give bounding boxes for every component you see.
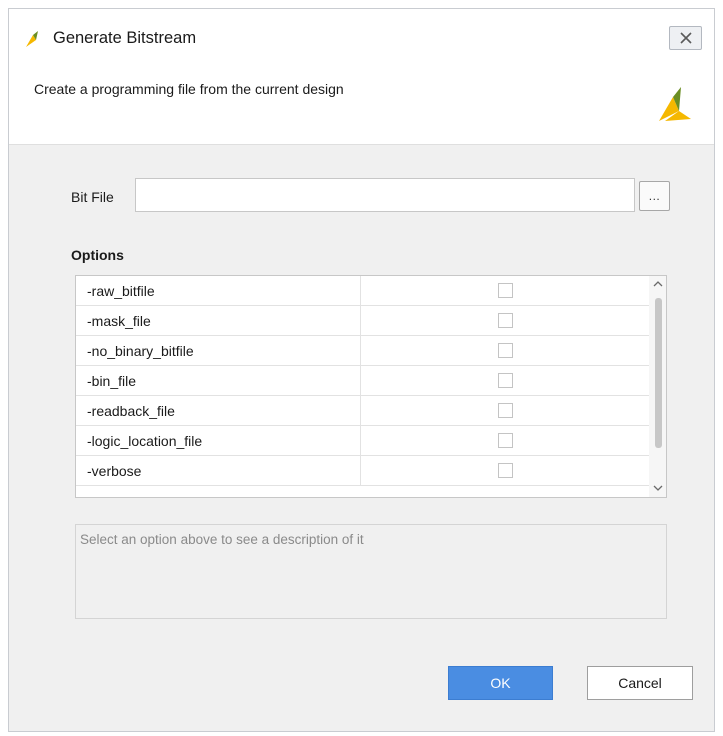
column-divider <box>360 306 361 336</box>
dialog-subtitle: Create a programming file from the curre… <box>34 81 344 97</box>
option-checkbox[interactable] <box>498 463 513 478</box>
vivado-logo-icon <box>659 87 691 121</box>
option-description-box: Select an option above to see a descript… <box>75 524 667 619</box>
option-checkbox[interactable] <box>498 403 513 418</box>
option-name: -readback_file <box>87 403 175 419</box>
option-name: -bin_file <box>87 373 137 389</box>
description-placeholder: Select an option above to see a descript… <box>80 532 364 547</box>
option-checkbox[interactable] <box>498 343 513 358</box>
title-bar: Generate Bitstream <box>9 9 714 65</box>
option-row-logic-location-file[interactable]: -logic_location_file <box>76 426 649 456</box>
column-divider <box>360 336 361 366</box>
option-name: -logic_location_file <box>87 433 203 449</box>
option-checkbox[interactable] <box>498 283 513 298</box>
option-row-mask-file[interactable]: -mask_file <box>76 306 649 336</box>
dialog-title: Generate Bitstream <box>53 29 197 47</box>
options-heading: Options <box>71 247 124 263</box>
close-icon <box>679 32 692 44</box>
option-row-verbose[interactable]: -verbose <box>76 456 649 486</box>
vivado-logo-icon <box>26 31 38 47</box>
options-scrollbar[interactable] <box>649 276 666 497</box>
option-row-readback-file[interactable]: -readback_file <box>76 396 649 426</box>
option-row-raw-bitfile[interactable]: -raw_bitfile <box>76 276 649 306</box>
dialog-header: Create a programming file from the curre… <box>9 65 714 145</box>
options-table: -raw_bitfile -mask_file -no_binary_bitfi… <box>75 275 667 498</box>
bitfile-input[interactable] <box>135 178 635 212</box>
option-checkbox[interactable] <box>498 433 513 448</box>
cancel-button[interactable]: Cancel <box>587 666 693 700</box>
column-divider <box>360 456 361 486</box>
option-name: -no_binary_bitfile <box>87 343 194 359</box>
ok-button[interactable]: OK <box>448 666 553 700</box>
column-divider <box>360 366 361 396</box>
option-checkbox[interactable] <box>498 313 513 328</box>
close-button[interactable] <box>669 26 702 50</box>
column-divider <box>360 276 361 306</box>
generate-bitstream-dialog: Generate Bitstream Create a programming … <box>8 8 715 732</box>
chevron-up-icon[interactable] <box>653 280 663 288</box>
column-divider <box>360 396 361 426</box>
bitfile-label: Bit File <box>71 189 114 205</box>
option-name: -verbose <box>87 463 142 479</box>
option-row-bin-file[interactable]: -bin_file <box>76 366 649 396</box>
chevron-down-icon[interactable] <box>653 484 663 492</box>
browse-button[interactable]: ... <box>639 181 670 211</box>
option-name: -mask_file <box>87 313 151 329</box>
option-checkbox[interactable] <box>498 373 513 388</box>
column-divider <box>360 426 361 456</box>
scrollbar-thumb[interactable] <box>655 298 662 448</box>
option-row-no-binary-bitfile[interactable]: -no_binary_bitfile <box>76 336 649 366</box>
option-name: -raw_bitfile <box>87 283 155 299</box>
